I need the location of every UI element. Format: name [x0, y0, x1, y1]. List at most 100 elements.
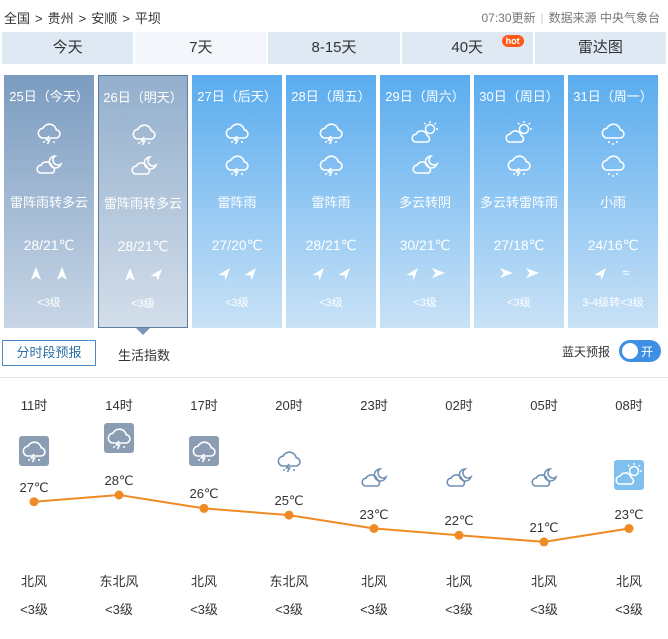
- hour-wind-level: <3级: [445, 602, 473, 617]
- tab-label: 雷达图: [577, 39, 623, 56]
- day-card[interactable]: 29日（周六） 多云转阴 30/21℃ <3级: [380, 75, 470, 328]
- hour-wind-direction: 北风: [190, 574, 217, 589]
- data-source: 数据来源 中央气象台: [548, 11, 660, 25]
- day-temperature: 30/21℃: [399, 237, 451, 253]
- partly-cloudy-night-icon: [411, 151, 439, 175]
- day-wind-level: <3级: [319, 297, 343, 309]
- day-date: 26日（明天）: [103, 90, 183, 105]
- wind-direction-icon: [498, 265, 514, 283]
- update-info: 07:30更新 | 数据来源 中央气象台: [482, 9, 661, 26]
- hour-time: 14时: [105, 398, 133, 413]
- breadcrumb-separator: >: [35, 11, 43, 26]
- tab-label: 8-15天: [311, 39, 357, 56]
- tab-radar[interactable]: 雷达图: [534, 32, 667, 64]
- day-temperature: 28/21℃: [305, 237, 357, 253]
- hour-time: 02时: [445, 398, 473, 413]
- sub-tabs: 分时段预报 生活指数 蓝天预报 开: [0, 340, 668, 368]
- temperature-point: [114, 490, 124, 500]
- thunder-rain-icon: [317, 151, 345, 177]
- hour-temperature: 25℃: [274, 493, 304, 509]
- day-date: 31日（周一）: [573, 89, 653, 104]
- wind-direction-icon: [430, 265, 446, 283]
- day-date: 30日（周日）: [479, 89, 559, 104]
- day-wind-level: <3级: [37, 297, 61, 309]
- temperature-point: [369, 524, 379, 533]
- day-card[interactable]: 25日（今天） 雷阵雨转多云 28/21℃ <3级: [4, 75, 94, 328]
- tab-label: 7天: [189, 39, 213, 56]
- day-wind-direction: [474, 265, 564, 283]
- day-wind-direction: [286, 265, 376, 283]
- day-wind-direction: [4, 265, 94, 283]
- hour-wind-direction: 北风: [20, 574, 47, 589]
- wind-direction-icon: [524, 265, 540, 283]
- tab-hourly-forecast[interactable]: 分时段预报: [2, 340, 96, 366]
- wind-direction-icon: [54, 265, 70, 283]
- cloudy-night-icon: [359, 463, 389, 493]
- hour-temperature: 27℃: [19, 479, 49, 495]
- cloudy-night-icon: [529, 463, 559, 493]
- wind-direction-icon: [592, 265, 608, 283]
- temperature-point: [284, 510, 294, 520]
- hour-temperature: 28℃: [104, 473, 134, 488]
- tab-today[interactable]: 今天: [2, 32, 136, 64]
- partly-cloudy-day-icon: [411, 119, 439, 143]
- thunder-rain-icon: [19, 436, 49, 466]
- forecast-tabs: 今天 7天 8-15天 40天 hot 雷达图: [2, 32, 667, 64]
- top-bar: 全国 > 贵州 > 安顺 > 平坝 07:30更新 | 数据来源 中央气象台: [0, 0, 668, 32]
- thunder-rain-icon: [274, 446, 304, 476]
- hour-wind-direction: 东北风: [269, 574, 309, 589]
- wind-direction-icon: ≈: [622, 265, 630, 280]
- temperature-point: [624, 524, 634, 533]
- hour-wind-level: <3级: [190, 602, 218, 617]
- day-card[interactable]: 26日（明天） 雷阵雨转多云 28/21℃ <3级: [98, 75, 188, 328]
- thunder-rain-icon: [104, 423, 134, 453]
- day-weather-desc: 雷阵雨转多云: [103, 196, 182, 211]
- day-temperature: 27/20℃: [211, 237, 263, 253]
- partly-cloudy-day-icon: [505, 119, 533, 143]
- wind-direction-icon: [242, 265, 258, 283]
- day-date: 28日（周五）: [291, 89, 371, 104]
- tab-7days[interactable]: 7天: [135, 32, 269, 64]
- thunder-rain-icon: [317, 119, 345, 145]
- breadcrumb-item-province[interactable]: 贵州: [48, 11, 74, 26]
- day-card[interactable]: 28日（周五） 雷阵雨 28/21℃ <3级: [286, 75, 376, 328]
- daily-forecast: 25日（今天） 雷阵雨转多云 28/21℃ <3级 26日（明天） 雷阵雨转多云 28/21…: [4, 75, 664, 328]
- hour-wind-direction: 北风: [445, 574, 472, 589]
- day-temperature: 27/18℃: [493, 237, 545, 253]
- day-temperature: 28/21℃: [117, 238, 169, 254]
- day-card[interactable]: 27日（后天） 雷阵雨 27/20℃ <3级: [192, 75, 282, 328]
- day-card[interactable]: 31日（周一） 小雨 24/16℃ ≈3-4级转<3级: [568, 75, 658, 328]
- thunder-rain-icon: [505, 151, 533, 177]
- hot-badge: hot: [501, 35, 524, 47]
- day-weather-desc: 雷阵雨: [311, 195, 351, 210]
- divider: |: [540, 11, 544, 25]
- rain-icon: [599, 119, 627, 145]
- breadcrumb-item-city[interactable]: 安顺: [91, 11, 117, 26]
- day-weather-desc: 小雨: [599, 195, 626, 210]
- day-date: 27日（后天）: [197, 89, 277, 104]
- tab-label: 40天: [451, 39, 484, 56]
- hour-wind-direction: 北风: [360, 574, 387, 589]
- blue-sky-toggle[interactable]: 开: [619, 340, 661, 362]
- tab-life-index[interactable]: 生活指数: [118, 345, 170, 364]
- wind-direction-icon: [216, 265, 232, 283]
- day-wind-direction: ≈: [568, 265, 658, 283]
- tab-8-15days[interactable]: 8-15天: [268, 32, 402, 64]
- tab-label: 今天: [52, 39, 83, 56]
- hour-temperature: 21℃: [529, 519, 559, 535]
- day-wind-level: 3-4级转<3级: [582, 297, 644, 309]
- tab-40days[interactable]: 40天 hot: [401, 32, 535, 64]
- day-wind-direction: [380, 265, 470, 283]
- day-wind-level: <3级: [225, 297, 249, 309]
- wind-direction-icon: [148, 266, 164, 284]
- day-card[interactable]: 30日（周日） 多云转雷阵雨 27/18℃ <3级: [474, 75, 564, 328]
- hour-temperature: 23℃: [614, 506, 644, 522]
- hour-wind-level: <3级: [20, 602, 48, 617]
- hour-temperature: 26℃: [189, 486, 219, 502]
- partly-cloudy-night-icon: [35, 151, 63, 175]
- wind-direction-icon: [310, 265, 326, 283]
- breadcrumb-item-country[interactable]: 全国: [4, 11, 30, 26]
- day-temperature: 24/16℃: [587, 237, 639, 253]
- hour-wind-level: <3级: [615, 602, 643, 617]
- wind-direction-icon: [336, 265, 352, 283]
